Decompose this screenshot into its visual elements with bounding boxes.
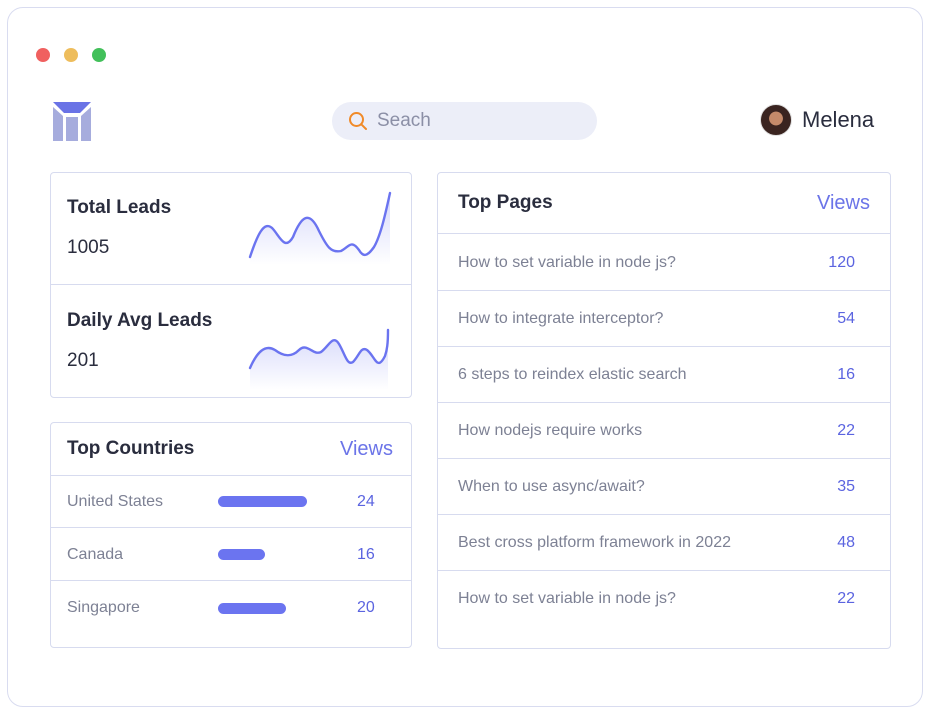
- stat-value: 1005: [67, 237, 110, 258]
- leads-card: Total Leads 1005 Daily Avg Leads 201: [50, 172, 412, 398]
- card-header: Top Pages Views: [438, 173, 890, 234]
- progress-bar: [218, 549, 265, 560]
- page-title-link[interactable]: How to set variable in node js?: [458, 590, 676, 608]
- page-title-link[interactable]: 6 steps to reindex elastic search: [458, 366, 687, 384]
- search-bar[interactable]: [332, 102, 597, 140]
- page-views: 48: [837, 533, 855, 551]
- daily-avg-leads-stat: Daily Avg Leads 201: [51, 286, 411, 398]
- page-title-link[interactable]: How to set variable in node js?: [458, 254, 676, 272]
- page-title-link[interactable]: How to integrate interceptor?: [458, 310, 663, 328]
- top-countries-card: Top Countries Views United States 24 Can…: [50, 422, 412, 648]
- list-item: United States 24: [51, 476, 411, 528]
- avatar[interactable]: [760, 104, 792, 136]
- list-item[interactable]: 6 steps to reindex elastic search 16: [438, 347, 890, 403]
- views-link[interactable]: Views: [340, 438, 393, 461]
- stat-label: Daily Avg Leads: [67, 310, 213, 331]
- list-item[interactable]: How to set variable in node js? 22: [438, 571, 890, 627]
- list-item: Canada 16: [51, 529, 411, 581]
- total-leads-stat: Total Leads 1005: [51, 173, 411, 285]
- daily-avg-leads-sparkline: [248, 328, 390, 390]
- page-views: 54: [837, 309, 855, 327]
- card-title: Top Countries: [67, 438, 195, 459]
- progress-bar: [218, 602, 286, 614]
- user-name: Melena: [802, 107, 875, 132]
- page-title-link[interactable]: Best cross platform framework in 2022: [458, 534, 731, 552]
- list-item[interactable]: How to set variable in node js? 120: [438, 235, 890, 291]
- maximize-window-button[interactable]: [92, 48, 106, 62]
- page-views: 120: [828, 253, 855, 271]
- page-views: 16: [837, 365, 855, 383]
- close-window-button[interactable]: [36, 48, 50, 62]
- country-name: Canada: [67, 545, 124, 563]
- minimize-window-button[interactable]: [64, 48, 78, 62]
- list-item[interactable]: How nodejs require works 22: [438, 403, 890, 459]
- list-item[interactable]: When to use async/await? 35: [438, 459, 890, 515]
- list-item: Singapore 20: [51, 582, 411, 634]
- page-views: 22: [837, 590, 855, 607]
- brand-logo-icon[interactable]: [52, 101, 92, 141]
- page-title-link[interactable]: How nodejs require works: [458, 422, 642, 440]
- country-views: 16: [357, 545, 375, 563]
- stat-value: 201: [67, 350, 99, 371]
- list-item[interactable]: How to integrate interceptor? 54: [438, 291, 890, 347]
- stat-label: Total Leads: [67, 197, 172, 218]
- search-icon: [349, 112, 367, 130]
- country-views: 24: [357, 492, 375, 510]
- page-views: 35: [837, 477, 855, 495]
- card-title: Top Pages: [458, 192, 553, 213]
- page-title-link[interactable]: When to use async/await?: [458, 478, 645, 496]
- views-link[interactable]: Views: [817, 192, 870, 215]
- top-pages-card: Top Pages Views How to set variable in n…: [437, 172, 891, 649]
- page-views: 22: [837, 421, 855, 439]
- user-profile[interactable]: Melena: [760, 104, 874, 136]
- progress-bar: [218, 496, 307, 507]
- country-name: United States: [67, 492, 164, 510]
- list-item[interactable]: Best cross platform framework in 2022 48: [438, 515, 890, 571]
- country-views: 20: [357, 599, 375, 616]
- card-header: Top Countries Views: [51, 423, 411, 476]
- country-name: Singapore: [67, 599, 140, 616]
- total-leads-sparkline: [248, 191, 392, 265]
- search-input[interactable]: [377, 110, 577, 132]
